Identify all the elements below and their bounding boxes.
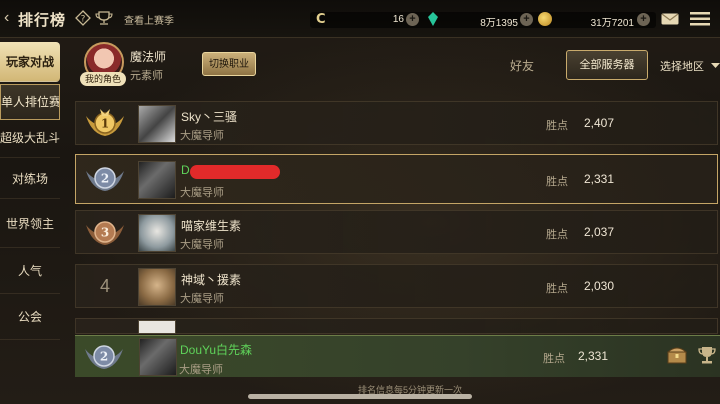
player-avatar	[138, 214, 176, 252]
tab-all-servers[interactable]: 全部服务器	[566, 50, 648, 80]
player-class: 大魔导师	[180, 187, 224, 199]
sidebar-item-solo-ranked[interactable]: 单人排位赛	[0, 84, 60, 120]
score-value: 2,331	[584, 172, 615, 186]
player-name: DouYu白先森	[180, 343, 253, 357]
my-rank-row[interactable]: 2 DouYu白先森 大魔导师 胜点 2,331	[75, 335, 720, 377]
svg-text:1: 1	[101, 117, 109, 131]
player-class: 大魔导师	[179, 364, 223, 376]
score-label: 胜点	[546, 176, 568, 188]
sidebar-item-practice[interactable]: 对练场	[0, 159, 60, 199]
trophy-cup-icon[interactable]	[697, 345, 717, 365]
sidebar-item-brawl[interactable]: 超级大乱斗	[0, 118, 60, 158]
player-avatar	[138, 105, 176, 143]
silver-rank-badge-icon: 2	[86, 167, 124, 191]
table-row[interactable]: 4 神域丶援素 大魔导师 胜点 2,030	[75, 264, 718, 308]
add-currency-2-button[interactable]: +	[520, 13, 533, 26]
svg-text:2: 2	[100, 350, 108, 364]
score-value: 2,331	[578, 349, 609, 363]
score-value: 2,407	[584, 116, 615, 130]
score-label: 胜点	[546, 283, 568, 295]
sidebar-item-world-boss[interactable]: 世界领主	[0, 200, 60, 248]
treasure-chest-icon[interactable]	[667, 346, 687, 364]
bronze-rank-badge-icon: 3	[86, 221, 124, 245]
player-class: 大魔导师	[180, 239, 224, 251]
rank-number: 4	[99, 276, 110, 296]
add-currency-3-button[interactable]: +	[637, 13, 650, 26]
silver-rank-badge-icon: 2	[85, 345, 123, 369]
score-value: 2,030	[584, 279, 615, 293]
view-last-season-link[interactable]: 查看上赛季	[124, 12, 174, 27]
gold-rank-badge-icon: 1	[86, 109, 124, 136]
table-row[interactable]	[75, 318, 718, 334]
sidebar-item-guild[interactable]: 公会	[0, 294, 60, 340]
player-name: Sky丶三骚	[181, 110, 238, 124]
home-indicator	[248, 394, 472, 399]
table-row[interactable]: 3 喵家维生素 大魔导师 胜点 2,037	[75, 210, 718, 254]
sidebar-category-pvp[interactable]: 玩家对战	[0, 42, 60, 82]
page-title: 排行榜	[18, 12, 67, 29]
gem-icon	[428, 12, 438, 26]
player-name: D	[181, 163, 190, 177]
menu-icon[interactable]	[690, 12, 710, 26]
currency-value-2: 8万1395	[480, 18, 518, 29]
profile-class-name: 魔法师	[130, 50, 167, 64]
player-name: 喵家维生素	[181, 219, 242, 233]
score-label: 胜点	[543, 353, 565, 365]
c-coin-icon: Ⅽ	[316, 11, 326, 26]
score-value: 2,037	[584, 225, 615, 239]
region-select[interactable]: 选择地区	[660, 58, 704, 74]
table-row[interactable]: 1 Sky丶三骚 大魔导师 胜点 2,407	[75, 101, 718, 145]
sidebar: 玩家对战 单人排位赛 超级大乱斗 对练场 世界领主 人气 公会	[0, 38, 66, 404]
chevron-down-icon[interactable]	[711, 61, 720, 70]
switch-class-button[interactable]: 切换职业	[202, 52, 256, 76]
my-role-badge: 我的角色	[80, 72, 126, 86]
sidebar-item-popularity[interactable]: 人气	[0, 248, 60, 294]
back-arrow-icon[interactable]: ‹	[4, 10, 18, 26]
table-row[interactable]: 2 D 大魔导师 胜点 2,331	[75, 154, 718, 204]
add-currency-1-button[interactable]: +	[406, 13, 419, 26]
svg-text:3: 3	[101, 226, 109, 240]
player-class: 大魔导师	[180, 130, 224, 142]
score-label: 胜点	[546, 229, 568, 241]
gold-coin-icon	[538, 12, 552, 26]
currency-value-1: 16	[392, 14, 404, 25]
player-avatar	[139, 338, 177, 376]
profile-spec: 元素师	[130, 70, 163, 82]
redaction-mark	[190, 165, 280, 179]
player-avatar	[138, 320, 176, 334]
svg-text:?: ?	[81, 15, 86, 25]
player-avatar	[138, 161, 176, 199]
trophy-icon[interactable]	[95, 10, 113, 26]
tab-friends[interactable]: 好友	[510, 57, 534, 74]
help-icon[interactable]: ?	[75, 10, 91, 26]
player-class: 大魔导师	[180, 293, 224, 305]
player-name: 神域丶援素	[181, 273, 242, 287]
mail-icon[interactable]	[661, 13, 679, 25]
currency-value-3: 31万7201	[590, 18, 634, 29]
score-label: 胜点	[546, 120, 568, 132]
svg-text:2: 2	[101, 172, 109, 186]
player-avatar	[138, 268, 176, 306]
